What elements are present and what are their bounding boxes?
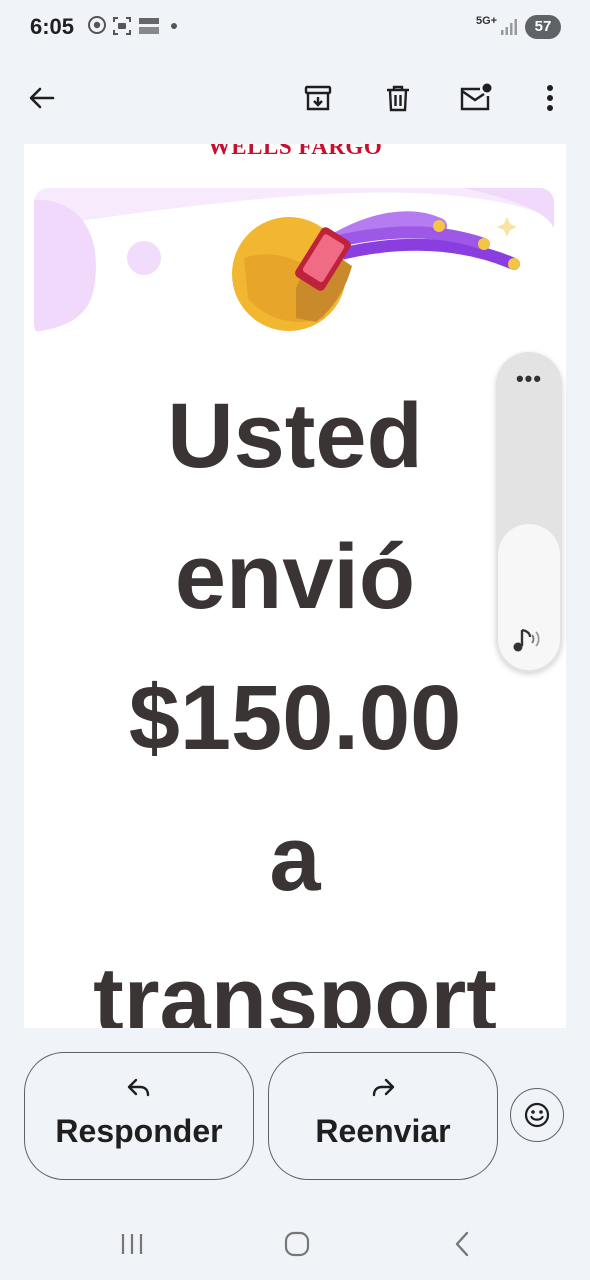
headline-line: transport xyxy=(93,949,497,1028)
email-body: WELLS FARGO Usted envió $150.00 a transp… xyxy=(24,144,566,1028)
home-icon xyxy=(284,1231,310,1257)
recents-icon xyxy=(121,1234,143,1254)
chrome-icon xyxy=(88,16,106,34)
reply-icon xyxy=(127,1078,150,1097)
news-app-icon xyxy=(139,18,159,34)
more-options-button[interactable] xyxy=(526,74,574,122)
delete-icon xyxy=(387,85,409,112)
headline-line: a xyxy=(269,808,321,910)
screenshot-icon xyxy=(113,17,131,35)
headline-line: $150.00 xyxy=(128,667,462,769)
read-aloud-icon[interactable] xyxy=(510,626,546,656)
forward-label: Reenviar xyxy=(315,1113,451,1149)
system-navigation-bar xyxy=(0,1204,590,1280)
reply-button[interactable]: Responder xyxy=(24,1052,254,1180)
network-label: 5G+ xyxy=(476,15,498,27)
email-actions: Responder Reenviar xyxy=(0,1052,590,1182)
recents-button[interactable] xyxy=(108,1226,156,1262)
email-toolbar xyxy=(0,56,590,140)
mark-unread-icon xyxy=(460,83,492,111)
delete-button[interactable] xyxy=(374,74,422,122)
forward-icon xyxy=(372,1078,395,1097)
mark-unread-button[interactable] xyxy=(452,74,500,122)
battery-icon: 57 xyxy=(525,15,561,39)
status-bar: 6:05 5G+ 57 xyxy=(0,0,590,56)
nav-back-button[interactable] xyxy=(438,1226,486,1262)
payment-illustration-banner xyxy=(34,188,554,338)
more-vert-icon xyxy=(547,85,553,111)
home-button[interactable] xyxy=(273,1226,321,1262)
archive-button[interactable] xyxy=(294,74,342,122)
archive-icon xyxy=(304,85,332,111)
signal-icon xyxy=(501,19,517,35)
back-icon xyxy=(455,1231,469,1257)
headline-line: envió xyxy=(174,526,416,628)
reply-label: Responder xyxy=(55,1113,223,1149)
back-button[interactable] xyxy=(18,74,66,122)
back-arrow-icon xyxy=(29,87,55,109)
status-time: 6:05 xyxy=(30,14,75,39)
emoji-reaction-button[interactable] xyxy=(510,1088,564,1142)
read-aloud-scroll-widget[interactable]: ••• xyxy=(496,352,562,672)
wells-fargo-logo: WELLS FARGO xyxy=(207,144,383,159)
emoji-reaction-icon xyxy=(524,1102,550,1128)
headline-line: Usted xyxy=(167,385,423,487)
more-horiz-icon[interactable]: ••• xyxy=(496,366,562,392)
headline: Usted envió $150.00 a transport xyxy=(24,366,566,1028)
notification-dot xyxy=(171,23,177,29)
battery-level: 57 xyxy=(534,18,552,35)
forward-button[interactable]: Reenviar xyxy=(268,1052,498,1180)
